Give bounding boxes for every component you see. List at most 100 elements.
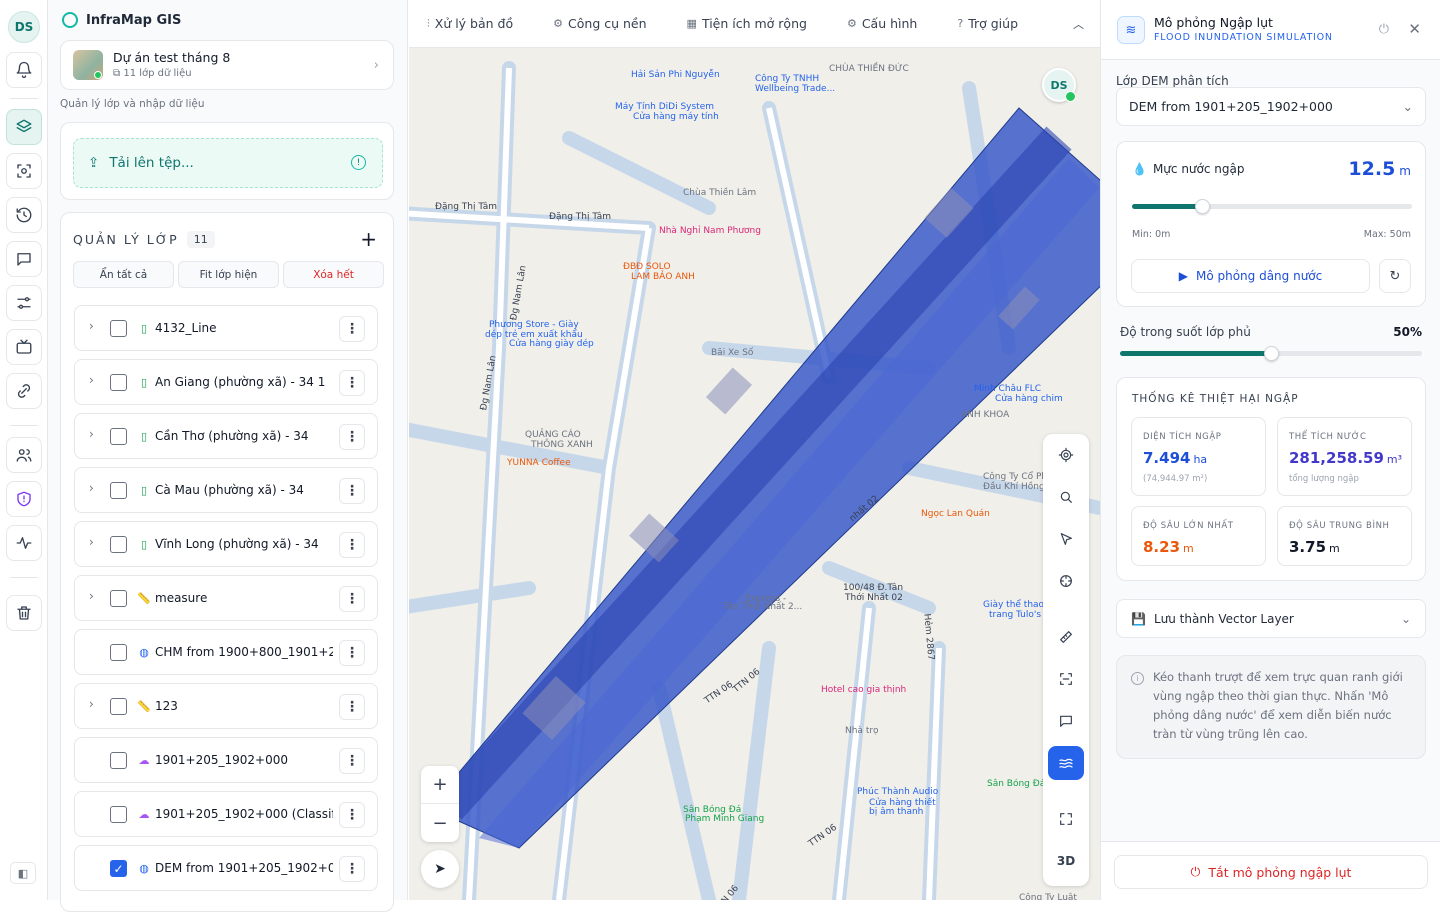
map-poi-label[interactable]: Đặng Thị Tâm: [435, 202, 497, 212]
more-options-icon[interactable]: ⋮: [339, 478, 365, 504]
layer-visibility-checkbox[interactable]: [110, 374, 127, 391]
link-icon[interactable]: [6, 373, 42, 409]
map-poi-label[interactable]: Đầu Khí Hồng: [983, 482, 1045, 492]
map-poi-label[interactable]: Phúc Thành Audio: [857, 787, 938, 797]
activity-icon[interactable]: [6, 525, 42, 561]
opacity-slider[interactable]: [1120, 346, 1422, 361]
map-poi-label[interactable]: Phương Store - Giày: [489, 320, 579, 330]
map-poi-label[interactable]: Cửa hàng chim: [995, 394, 1063, 404]
menu-map-processing[interactable]: ⫶ Xử lý bản đồ: [427, 16, 513, 31]
trash-icon[interactable]: [6, 595, 42, 631]
map-poi-label[interactable]: Nhà Nghỉ Nam Phương: [659, 226, 761, 236]
scan-icon[interactable]: [6, 153, 42, 189]
collapse-panel-icon[interactable]: ◧: [10, 862, 36, 884]
menu-base-tools[interactable]: ⚙ Công cụ nền: [553, 16, 646, 31]
locate-icon[interactable]: [1048, 438, 1084, 472]
ruler-icon[interactable]: [1048, 620, 1084, 654]
search-icon[interactable]: [1048, 480, 1084, 514]
layer-visibility-checkbox[interactable]: [110, 752, 127, 769]
project-selector[interactable]: Dự án test tháng 8 ⧉ 11 lớp dữ liệu ›: [60, 40, 394, 90]
layer-row[interactable]: › ▯ 4132_Line ⋮: [74, 305, 378, 351]
map-poi-label[interactable]: Hotel cao gia thịnh: [821, 685, 906, 695]
comment-icon[interactable]: [1048, 704, 1084, 738]
flood-waves-icon[interactable]: [1048, 746, 1084, 780]
map-poi-label[interactable]: LAM BẢO ANH: [631, 272, 695, 282]
crosshair-icon[interactable]: [1048, 564, 1084, 598]
map-poi-label[interactable]: QUẢNG CÁO: [525, 430, 581, 440]
fullscreen-icon[interactable]: [1048, 802, 1084, 836]
layer-visibility-checkbox[interactable]: ✓: [110, 860, 127, 877]
add-layer-button[interactable]: +: [360, 227, 377, 251]
chevron-up-icon[interactable]: ︿: [1073, 16, 1084, 32]
map-poi-label[interactable]: Ngọc Lan Quán: [921, 509, 990, 519]
history-icon[interactable]: [6, 197, 42, 233]
close-icon[interactable]: ✕: [1408, 20, 1421, 38]
map-poi-label[interactable]: Chùa Thiền Lâm: [683, 188, 756, 198]
tv-icon[interactable]: [6, 329, 42, 365]
reset-icon[interactable]: ↻: [1379, 259, 1411, 293]
chevron-right-icon[interactable]: ›: [89, 535, 94, 549]
layer-row[interactable]: ✓ ◍ DEM from 1901+205_1902+000 ⋮: [74, 845, 378, 891]
more-options-icon[interactable]: ⋮: [339, 748, 365, 774]
hide-all-button[interactable]: Ẩn tất cả: [73, 261, 174, 288]
compass-icon[interactable]: ➤: [421, 850, 459, 888]
chevron-right-icon[interactable]: ›: [89, 697, 94, 711]
layer-visibility-checkbox[interactable]: [110, 644, 127, 661]
map-poi-label[interactable]: ANH KHOA: [961, 410, 1009, 420]
layer-row[interactable]: ☁ 1901+205_1902+000 (Classifie... ⋮: [74, 791, 378, 837]
zoom-out-button[interactable]: −: [421, 804, 459, 842]
map-poi-label[interactable]: 100/48 Đ.Tân: [843, 583, 903, 593]
map-poi-label[interactable]: Đặng Thị Tâm: [549, 212, 611, 222]
power-icon[interactable]: ⏻: [1379, 22, 1389, 37]
map-poi-label[interactable]: Hải Sản Phi Nguyễn: [631, 70, 720, 80]
dem-layer-select[interactable]: DEM from 1901+205_1902+000 ⌄: [1116, 87, 1426, 126]
layer-row[interactable]: › ▯ Cà Mau (phường xã) - 34 ⋮: [74, 467, 378, 513]
bell-icon[interactable]: [6, 52, 42, 88]
map-canvas[interactable]: Hải Sản Phi Nguyễn Công Ty TNHH Wellbeing …: [409, 48, 1100, 900]
layer-visibility-checkbox[interactable]: [110, 482, 127, 499]
chat-icon[interactable]: [6, 241, 42, 277]
map-poi-label[interactable]: Cửa hàng máy tính: [633, 112, 719, 122]
menu-config[interactable]: ⚙ Cấu hình: [847, 16, 917, 31]
upload-button[interactable]: ⇪ Tải lên tệp... !: [73, 138, 383, 188]
simulate-rise-button[interactable]: ▶ Mô phỏng dâng nước: [1131, 259, 1370, 293]
layer-visibility-checkbox[interactable]: [110, 698, 127, 715]
layers-icon[interactable]: [6, 109, 42, 145]
more-options-icon[interactable]: ⋮: [339, 640, 365, 666]
menu-help[interactable]: ? Trợ giúp: [957, 16, 1018, 31]
layer-row[interactable]: › 📏 123 ⋮: [74, 683, 378, 729]
users-icon[interactable]: [6, 437, 42, 473]
map-poi-label[interactable]: Wellbeing Trade...: [755, 84, 835, 94]
map-poi-label[interactable]: YUNNA Coffee: [507, 458, 571, 468]
chevron-right-icon[interactable]: ›: [89, 427, 94, 441]
layer-visibility-checkbox[interactable]: [110, 428, 127, 445]
user-avatar[interactable]: DS: [8, 11, 40, 43]
map-poi-label[interactable]: Phạm Minh Giang: [685, 814, 764, 824]
area-measure-icon[interactable]: [1048, 662, 1084, 696]
water-level-slider-handle[interactable]: [1195, 199, 1210, 214]
layer-row[interactable]: › ▯ Cần Thơ (phường xã) - 34 ⋮: [74, 413, 378, 459]
map-poi-label[interactable]: ĐBĐ SOLO: [623, 262, 671, 272]
more-options-icon[interactable]: ⋮: [339, 694, 365, 720]
map-poi-label[interactable]: Công Ty Cổ Ph: [983, 472, 1047, 482]
map-user-avatar[interactable]: DS: [1042, 68, 1076, 102]
map-poi-label[interactable]: CHÙA THIỀN ĐỨC: [829, 64, 909, 74]
map-poi-label[interactable]: Công Ty Luật: [1019, 893, 1077, 900]
map-poi-label[interactable]: bị âm thanh: [869, 807, 923, 817]
water-level-slider[interactable]: [1132, 199, 1412, 214]
layer-row[interactable]: › 📏 measure ⋮: [74, 575, 378, 621]
more-options-icon[interactable]: ⋮: [339, 316, 365, 342]
map-poi-label[interactable]: Sân Bóng Đá: [987, 779, 1045, 789]
layer-visibility-checkbox[interactable]: [110, 320, 127, 337]
info-icon[interactable]: !: [351, 155, 366, 170]
save-vector-layer-dropdown[interactable]: 💾 Lưu thành Vector Layer ⌄: [1116, 599, 1426, 638]
opacity-slider-handle[interactable]: [1264, 346, 1279, 361]
chevron-right-icon[interactable]: ›: [89, 589, 94, 603]
map-poi-label[interactable]: Nhà trọ: [845, 726, 879, 736]
toggle-3d-button[interactable]: 3D: [1048, 844, 1084, 878]
more-options-icon[interactable]: ⋮: [339, 370, 365, 396]
map-poi-label[interactable]: Bãi Xe Số: [711, 348, 753, 358]
more-options-icon[interactable]: ⋮: [339, 532, 365, 558]
chevron-right-icon[interactable]: ›: [89, 319, 94, 333]
map-poi-label[interactable]: Máy Tính DiDi System: [615, 102, 714, 112]
